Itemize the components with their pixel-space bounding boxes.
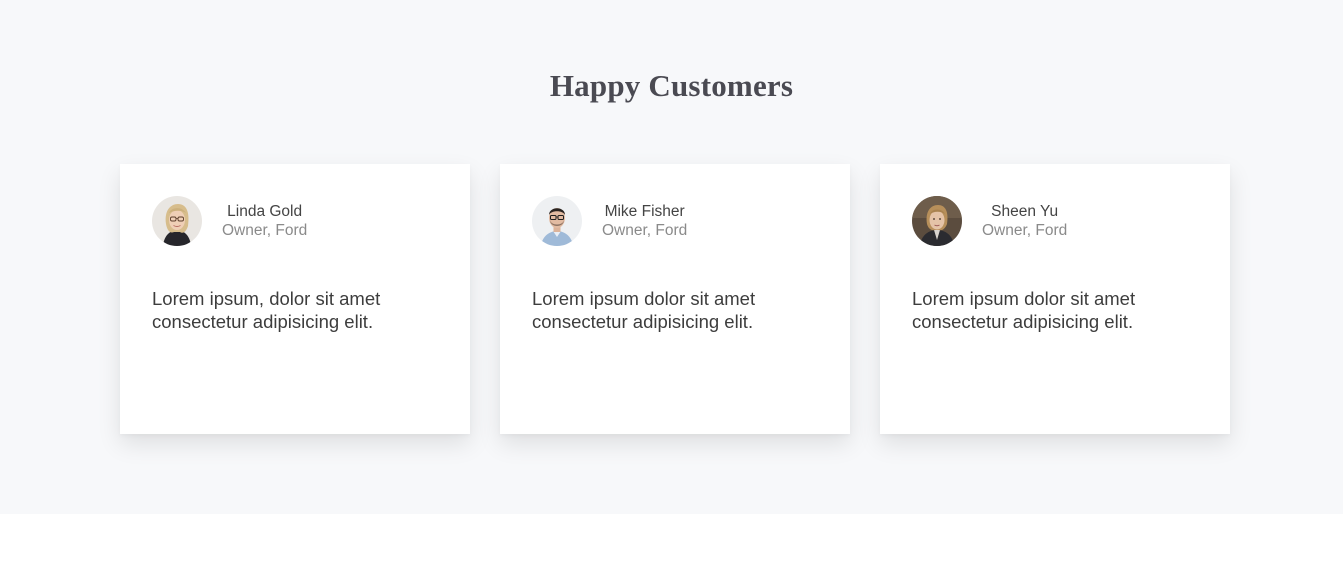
customer-role: Owner, Ford — [602, 222, 688, 239]
woman-blonde-glasses-avatar-icon — [152, 196, 202, 246]
testimonial-header: Linda Gold Owner, Ford — [152, 196, 307, 246]
woman-blazer-avatar-icon — [912, 196, 962, 246]
testimonial-quote: Lorem ipsum, dolor sit amet consectetur … — [152, 288, 381, 332]
customer-info: Mike Fisher Owner, Ford — [602, 202, 687, 240]
testimonial-quote: Lorem ipsum dolor sit amet consectetur a… — [532, 288, 756, 332]
section-title: Happy Customers — [549, 68, 794, 103]
testimonial-quote: Lorem ipsum dolor sit amet consectetur a… — [912, 288, 1136, 332]
man-glasses-avatar-icon — [532, 196, 582, 246]
customer-role: Owner, Ford — [982, 222, 1068, 239]
testimonials-section: Happy Customers Linda Gold Owner, Ford L… — [0, 0, 1343, 514]
testimonial-card: Mike Fisher Owner, Ford Lorem ipsum dolo… — [500, 164, 850, 434]
customer-info: Linda Gold Owner, Ford — [222, 202, 307, 240]
avatar — [532, 196, 582, 246]
avatar — [152, 196, 202, 246]
testimonial-card: Linda Gold Owner, Ford Lorem ipsum, dolo… — [120, 164, 470, 434]
customer-name: Linda Gold — [227, 203, 303, 220]
testimonial-header: Mike Fisher Owner, Ford — [532, 196, 687, 246]
testimonial-card: Sheen Yu Owner, Ford Lorem ipsum dolor s… — [880, 164, 1230, 434]
customer-name: Mike Fisher — [604, 203, 685, 220]
testimonial-cards: Linda Gold Owner, Ford Lorem ipsum, dolo… — [120, 164, 1230, 434]
customer-info: Sheen Yu Owner, Ford — [982, 202, 1067, 240]
avatar — [912, 196, 962, 246]
customer-name: Sheen Yu — [991, 203, 1059, 220]
customer-role: Owner, Ford — [222, 222, 308, 239]
testimonial-header: Sheen Yu Owner, Ford — [912, 196, 1067, 246]
